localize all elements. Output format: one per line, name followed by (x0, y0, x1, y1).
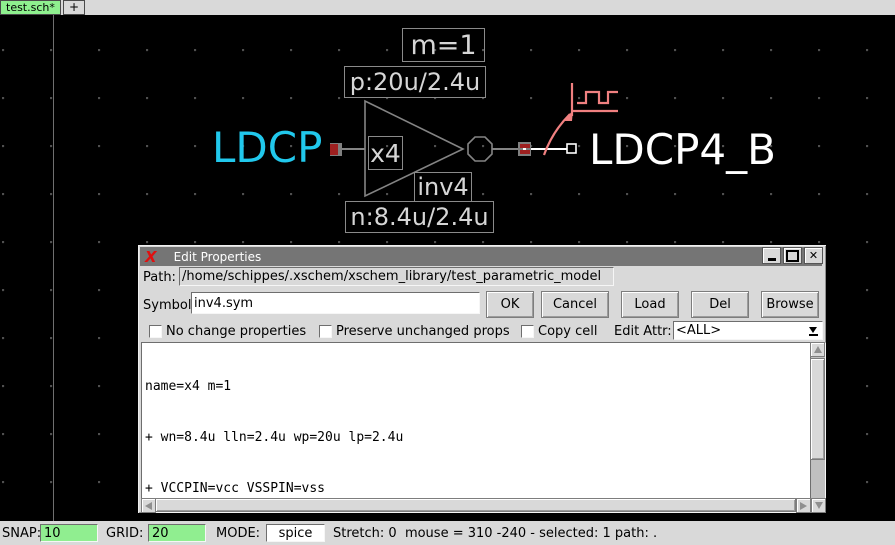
scroll-left-button[interactable] (141, 498, 156, 513)
dialog-titlebar[interactable]: X Edit Properties (140, 247, 822, 266)
checkbox-copy-cell[interactable] (521, 325, 534, 338)
properties-textarea[interactable]: name=x4 m=1 + wn=8.4u lln=2.4u wp=20u lp… (141, 342, 812, 499)
param-p-label[interactable]: p:20u/2.4u (344, 66, 486, 98)
down-arrow-icon (815, 502, 823, 509)
minimize-button[interactable] (762, 247, 781, 264)
grid-input[interactable] (148, 524, 206, 542)
output-pin-dot (523, 148, 526, 150)
tab-test-sch[interactable]: test.sch* (0, 0, 61, 15)
tab-bar: test.sch* + (0, 0, 895, 15)
edit-attr-label: Edit Attr: (614, 324, 672, 339)
checkbox-no-change[interactable] (149, 325, 162, 338)
dialog-title: Edit Properties (174, 250, 262, 264)
maximize-icon (786, 250, 799, 262)
plus-icon: + (69, 0, 79, 14)
output-pin-red-top (520, 144, 530, 148)
del-button[interactable]: Del (691, 291, 749, 318)
close-button[interactable]: ✕ (804, 247, 823, 264)
window-controls: ✕ (762, 247, 823, 264)
right-arrow-icon (800, 502, 807, 510)
edit-attr-value: <ALL> (676, 323, 721, 338)
inverter-bubble[interactable] (468, 137, 492, 161)
snap-label: SNAP: (2, 526, 41, 541)
mode-input[interactable] (266, 524, 325, 542)
checkbox-preserve-props-label: Preserve unchanged props (336, 324, 510, 339)
xschem-window: test.sch* + (0, 0, 895, 545)
scroll-right-button[interactable] (796, 498, 811, 513)
param-m-label[interactable]: m=1 (402, 28, 485, 62)
prop-line: name=x4 m=1 (145, 378, 811, 395)
scroll-up-button[interactable] (810, 342, 825, 357)
left-arrow-icon (145, 502, 152, 510)
cell-name-label[interactable]: inv4 (414, 172, 472, 202)
checkbox-copy-cell-label: Copy cell (538, 324, 597, 339)
input-pin-red (330, 144, 338, 155)
prop-line: + VCCPIN=vcc VSSPIN=vss (145, 480, 811, 497)
prop-line: + wn=8.4u lln=2.4u wp=20u lp=2.4u (145, 429, 811, 446)
close-icon: ✕ (809, 250, 818, 261)
edit-properties-dialog: X Edit Properties ✕ Path: /home/schippes… (137, 244, 827, 514)
up-arrow-icon (814, 346, 822, 353)
ok-button[interactable]: OK (486, 291, 534, 318)
load-button[interactable]: Load (621, 291, 679, 318)
cancel-button[interactable]: Cancel (541, 291, 609, 318)
scroll-down-button[interactable] (811, 498, 826, 513)
browse-button[interactable]: Browse (761, 291, 819, 318)
status-info: Stretch: 0 mouse = 310 -240 - selected: … (333, 526, 657, 541)
net-terminal[interactable] (567, 144, 576, 153)
h-scrollbar-thumb[interactable] (155, 498, 796, 512)
checkbox-preserve-props[interactable] (319, 325, 332, 338)
v-scrollbar-thumb[interactable] (810, 358, 825, 460)
edit-attr-combobox[interactable]: <ALL> (673, 321, 823, 340)
maximize-button[interactable] (783, 247, 802, 264)
grid-label: GRID: (106, 526, 143, 541)
xschem-logo-icon: X (145, 248, 157, 266)
param-n-label[interactable]: n:8.4u/2.4u (345, 201, 494, 233)
mode-label: MODE: (216, 526, 260, 541)
input-net-label[interactable]: LDCP (212, 127, 322, 169)
checkbox-no-change-label: No change properties (166, 324, 306, 339)
output-net-label[interactable]: LDCP4_B (589, 129, 776, 171)
instance-name-label[interactable]: x4 (368, 136, 403, 170)
output-pin-red-bottom (520, 150, 530, 154)
status-bar: SNAP: GRID: MODE: Stretch: 0 mouse = 310… (0, 521, 895, 545)
path-field[interactable]: /home/schippes/.xschem/xschem_library/te… (179, 267, 614, 286)
snap-input[interactable] (40, 524, 98, 542)
symbol-label: Symbol (143, 298, 191, 313)
minimize-icon (768, 258, 776, 261)
tab-label: test.sch* (6, 1, 55, 14)
path-label: Path: (143, 270, 176, 285)
symbol-input[interactable] (191, 292, 480, 314)
new-tab-button[interactable]: + (63, 0, 85, 15)
dropdown-arrow-icon[interactable] (806, 324, 820, 338)
